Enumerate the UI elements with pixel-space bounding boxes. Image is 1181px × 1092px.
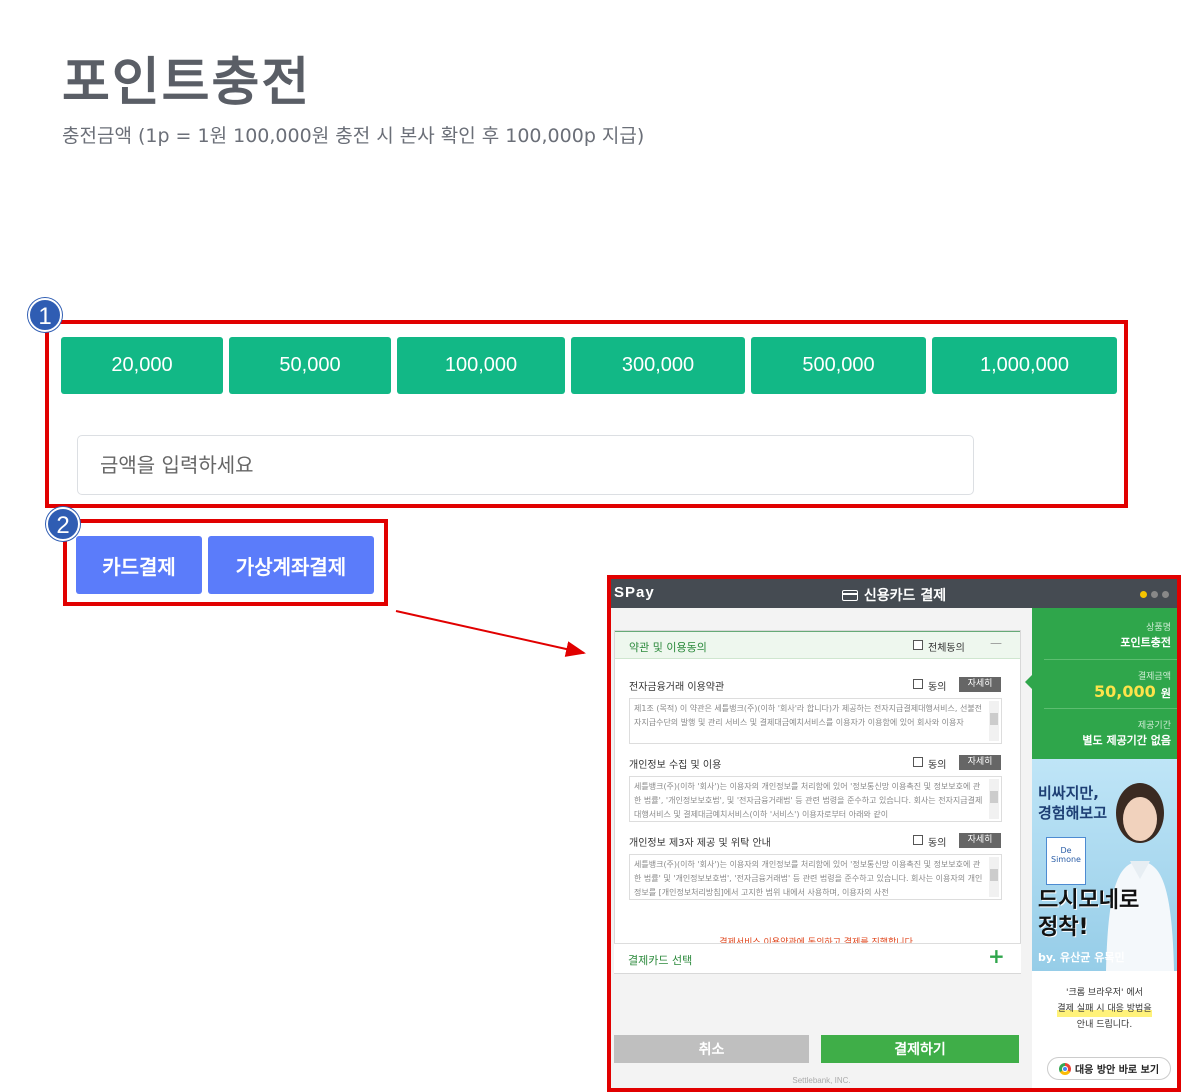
select-card-section[interactable]: 결제카드 선택 + (614, 943, 1021, 973)
terms-header: 약관 및 이용동의 전체동의 — (615, 631, 1020, 659)
ad-byline: by. 유산균 유목민 (1038, 951, 1125, 964)
step-dot-active (1140, 591, 1147, 598)
amount-button-100000[interactable]: 100,000 (397, 337, 565, 394)
amount-button-500000[interactable]: 500,000 (751, 337, 926, 394)
ad-headline: 비싸지만, 경험해보고 (1038, 784, 1108, 822)
agree-all-checkbox[interactable] (913, 640, 923, 650)
browser-notice-text: '크롬 브라우저' 에서 결제 실패 시 대응 방법을 안내 드립니다. (1057, 988, 1152, 1030)
term-title-electronic: 전자금융거래 이용약관 (629, 682, 725, 693)
term-title-privacy: 개인정보 수집 및 이용 (629, 760, 722, 771)
popup-footer: Settlebank, INC. (792, 1076, 851, 1085)
term-detail-button[interactable]: 자세히 (959, 755, 1001, 770)
product-box: De Simone (1046, 837, 1086, 885)
term-agree-checkbox[interactable] (913, 835, 923, 845)
amount-input[interactable] (77, 435, 974, 495)
term-agree-checkbox[interactable] (913, 757, 923, 767)
ad-slogan: 드시모네로 정착! (1038, 888, 1140, 940)
annotation-badge-2: 2 (46, 507, 80, 541)
annotation-badge-1: 1 (28, 298, 62, 332)
popup-header: SPay 신용카드 결제 (611, 579, 1177, 608)
cancel-button[interactable]: 취소 (614, 1035, 809, 1063)
scrollbar[interactable] (989, 779, 999, 819)
page-title: 포인트충전 (62, 53, 312, 113)
term-text-area[interactable]: 세틀뱅크(주)(이하 '회사')는 이용자의 개인정보를 처리함에 있어 '정보… (629, 776, 1002, 822)
browser-notice: '크롬 브라우저' 에서 결제 실패 시 대응 방법을 안내 드립니다. 대응 … (1032, 971, 1177, 1088)
model-photo (1106, 783, 1174, 971)
amount-button-1000000[interactable]: 1,000,000 (932, 337, 1117, 394)
term-text-area[interactable]: 제1조 (목적) 이 약관은 세틀뱅크(주)(이하 '회사'라 합니다)가 제공… (629, 698, 1002, 744)
card-payment-button[interactable]: 카드결제 (76, 536, 202, 594)
amount-label: 결제금액 (1137, 672, 1171, 682)
terms-section: 약관 및 이용동의 전체동의 — 전자금융거래 이용약관 동의 자세히 제1조 … (614, 630, 1021, 974)
virtual-account-button[interactable]: 가상계좌결제 (208, 536, 374, 594)
term-text-area[interactable]: 세틀뱅크(주)(이하 '회사')는 이용자의 개인정보를 처리함에 있어 '정보… (629, 854, 1002, 900)
collapse-icon[interactable]: — (990, 636, 1002, 650)
select-card-label: 결제카드 선택 (628, 954, 693, 967)
term-detail-button[interactable]: 자세히 (959, 677, 1001, 692)
pay-now-button[interactable]: 결제하기 (821, 1035, 1019, 1063)
amount-button-20000[interactable]: 20,000 (61, 337, 223, 394)
divider (1044, 708, 1177, 709)
popup-step-dots (1140, 591, 1169, 598)
amount-button-300000[interactable]: 300,000 (571, 337, 745, 394)
term-detail-button[interactable]: 자세히 (959, 833, 1001, 848)
payment-summary: 상품명 포인트충전 결제금액 50,000 원 제공기간 별도 제공기간 없음 … (1032, 608, 1177, 1088)
browser-guide-button[interactable]: 대응 방안 바로 보기 (1047, 1057, 1171, 1080)
product-label: 상품명 (1146, 623, 1171, 633)
term-agree-label: 동의 (928, 760, 947, 771)
page-subtitle: 충전금액 (1p = 1원 100,000원 충전 시 본사 확인 후 100,… (62, 125, 645, 147)
term-title-third-party: 개인정보 제3자 제공 및 위탁 안내 (629, 838, 771, 849)
product-value: 포인트충전 (1120, 636, 1171, 649)
period-label: 제공기간 (1137, 721, 1171, 731)
agree-all-label: 전체동의 (928, 643, 965, 654)
chrome-icon (1058, 1062, 1071, 1075)
terms-header-label: 약관 및 이용동의 (629, 641, 707, 654)
term-agree-checkbox[interactable] (913, 679, 923, 689)
step-dot (1151, 591, 1158, 598)
period-value: 별도 제공기간 없음 (1082, 734, 1171, 747)
step-dot (1162, 591, 1169, 598)
amount-button-50000[interactable]: 50,000 (229, 337, 391, 394)
popup-title: 신용카드 결제 (611, 585, 1177, 605)
plus-icon[interactable]: + (988, 944, 1005, 968)
amount-value: 50,000 원 (1094, 682, 1171, 701)
ad-banner[interactable]: 비싸지만, 경험해보고 De Simone 드시모네로 정착! by. 유산균 … (1032, 759, 1177, 971)
divider (1044, 659, 1177, 660)
credit-card-icon (841, 590, 858, 601)
popup-left-pane: 약관 및 이용동의 전체동의 — 전자금융거래 이용약관 동의 자세히 제1조 … (611, 608, 1032, 1088)
scrollbar[interactable] (989, 701, 999, 741)
term-agree-label: 동의 (928, 682, 947, 693)
term-agree-label: 동의 (928, 838, 947, 849)
annotation-arrow (395, 610, 586, 657)
scrollbar[interactable] (989, 857, 999, 897)
payment-popup: SPay 신용카드 결제 약관 및 이용동의 전체동의 — 전자금융거래 이용약… (607, 575, 1181, 1092)
